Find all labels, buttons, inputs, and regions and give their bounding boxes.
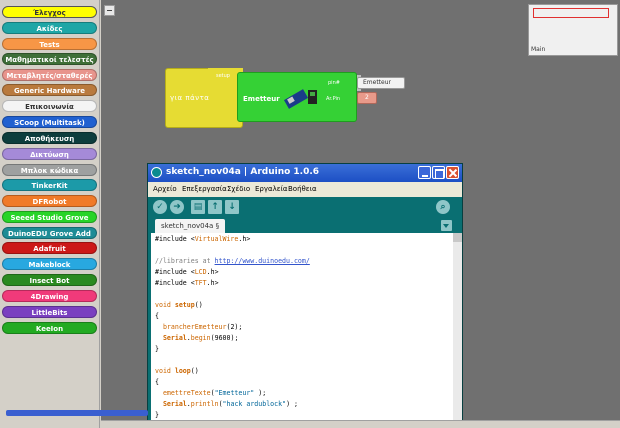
magnifier-icon: ⌕	[440, 202, 446, 212]
palette-category-button[interactable]: SCoop (Multitask)	[2, 116, 97, 128]
code-line: void setup()	[155, 301, 203, 309]
workspace-scrollbar-thumb[interactable]	[6, 410, 148, 416]
new-file-icon: ▤	[193, 202, 203, 212]
minimize-button[interactable]	[418, 166, 431, 179]
palette-category-button[interactable]: Αποθήκευση	[2, 132, 97, 144]
palette-category-button[interactable]: Έλεγχος	[2, 6, 97, 18]
serial-monitor-button[interactable]: ⌕	[436, 200, 450, 214]
block-palette: Έλεγχος Ακίδες Tests Μαθηματικοί τελεστές Με…	[0, 0, 100, 428]
code-line: //libraries at http://www.duinoedu.com/	[155, 257, 310, 265]
code-line: #include <TFT.h>	[155, 279, 219, 287]
number-block[interactable]: 2	[357, 92, 377, 104]
emitter-block-param-text: Ar.Pin	[326, 96, 341, 102]
palette-category-button[interactable]: DuinoEDU Grove Add	[2, 227, 97, 239]
check-icon: ✓	[156, 202, 164, 212]
menu-file[interactable]: Αρχείο	[153, 185, 177, 193]
palette-category-button[interactable]: LittleBits	[2, 306, 97, 318]
minimap-viewport[interactable]	[533, 8, 609, 18]
arrow-right-icon: ➜	[173, 202, 181, 212]
palette-category-button[interactable]: Μεταβλητές/σταθερές	[2, 69, 97, 81]
app-root: Έλεγχος Ακίδες Tests Μαθηματικοί τελεστές Με…	[0, 0, 620, 428]
code-line: #include <LCD.h>	[155, 268, 219, 276]
palette-category-button[interactable]: Insect Bot	[2, 274, 97, 286]
palette-category-button[interactable]: DFRobot	[2, 195, 97, 207]
sketch-tab-bar: sketch_nov04a §	[148, 217, 462, 233]
close-button[interactable]	[446, 166, 459, 179]
workspace-horizontal-scrollbar[interactable]	[101, 420, 620, 428]
palette-category-button[interactable]: Μπλοκ κώδικα	[2, 164, 97, 176]
palette-category-button[interactable]: Μαθηματικοί τελεστές	[2, 53, 97, 65]
palette-category-button[interactable]: KeeIon	[2, 322, 97, 334]
menu-edit[interactable]: Επεξεργασία	[182, 185, 227, 193]
new-button[interactable]: ▤	[191, 200, 205, 214]
palette-category-button[interactable]: Επικοινωνία	[2, 100, 97, 112]
menu-tools[interactable]: Εργαλεία	[255, 185, 288, 193]
library-link[interactable]: http://www.duinoedu.com/	[215, 257, 310, 265]
code-line: Serial.println("hack ardublock") ;	[162, 400, 298, 408]
minimap-label: Main	[531, 46, 546, 53]
window-title: sketch_nov04a | Arduino 1.0.6	[166, 167, 320, 177]
open-button[interactable]: ↑	[208, 200, 222, 214]
emitter-block-param-pin: pin#	[328, 80, 340, 86]
code-line: Serial.begin(9600);	[162, 334, 239, 342]
rf-module-icon	[283, 89, 317, 109]
emitter-block-label: Emetteur	[243, 95, 280, 103]
code-line: brancherEmetteur(2);	[162, 323, 243, 331]
arduino-ide-window: sketch_nov04a | Arduino 1.0.6 Αρχείο Επε…	[147, 163, 463, 428]
minimap[interactable]: Main	[528, 4, 618, 56]
palette-category-button[interactable]: Seeed Studio Grove	[2, 211, 97, 223]
menu-help[interactable]: Βοήθεια	[288, 185, 317, 193]
tab-menu-chevron-icon[interactable]	[441, 220, 452, 231]
window-titlebar[interactable]: sketch_nov04a | Arduino 1.0.6	[148, 164, 462, 182]
forever-loop-block-label: για πάντα	[170, 94, 210, 102]
code-line: #include <VirtualWire.h>	[155, 235, 251, 243]
palette-category-button[interactable]: 4Drawing	[2, 290, 97, 302]
code-line: {	[155, 312, 159, 320]
arrow-down-icon: ↓	[228, 202, 236, 212]
tab-sketch[interactable]: sketch_nov04a §	[155, 219, 225, 233]
string-block[interactable]: Emetteur	[357, 77, 405, 89]
palette-category-button[interactable]: Makeblock	[2, 258, 97, 270]
palette-category-button[interactable]: TinkerKit	[2, 179, 97, 191]
palette-category-button[interactable]: Ακίδες	[2, 22, 97, 34]
arrow-up-icon: ↑	[211, 202, 219, 212]
code-line: }	[155, 345, 159, 353]
arduino-icon	[151, 167, 162, 178]
scroll-up-arrow-icon[interactable]	[453, 233, 462, 242]
palette-category-button[interactable]: Adafruit	[2, 242, 97, 254]
menu-sketch[interactable]: Σχέδιο	[227, 185, 250, 193]
code-line: {	[155, 378, 159, 386]
verify-button[interactable]: ✓	[153, 200, 167, 214]
code-line: emettreTexte("Emetteur" );	[162, 389, 267, 397]
editor-scrollbar[interactable]	[453, 233, 462, 428]
code-editor[interactable]: #include <VirtualWire.h> //libraries at …	[151, 233, 453, 428]
code-line: void loop()	[155, 367, 199, 375]
collapse-icon[interactable]	[104, 5, 115, 16]
toolbar: ✓ ➜ ▤ ↑ ↓ ⌕	[148, 197, 462, 217]
palette-category-button[interactable]: Generic Hardware	[2, 84, 97, 96]
forever-loop-block-small-label: setup	[216, 73, 230, 79]
upload-button[interactable]: ➜	[170, 200, 184, 214]
palette-category-button[interactable]: Tests	[2, 38, 97, 50]
palette-category-button[interactable]: Δικτύωση	[2, 148, 97, 160]
maximize-button[interactable]	[432, 166, 445, 179]
menu-bar: Αρχείο Επεξεργασία Σχέδιο Εργαλεία Βοήθε…	[148, 182, 462, 197]
save-button[interactable]: ↓	[225, 200, 239, 214]
